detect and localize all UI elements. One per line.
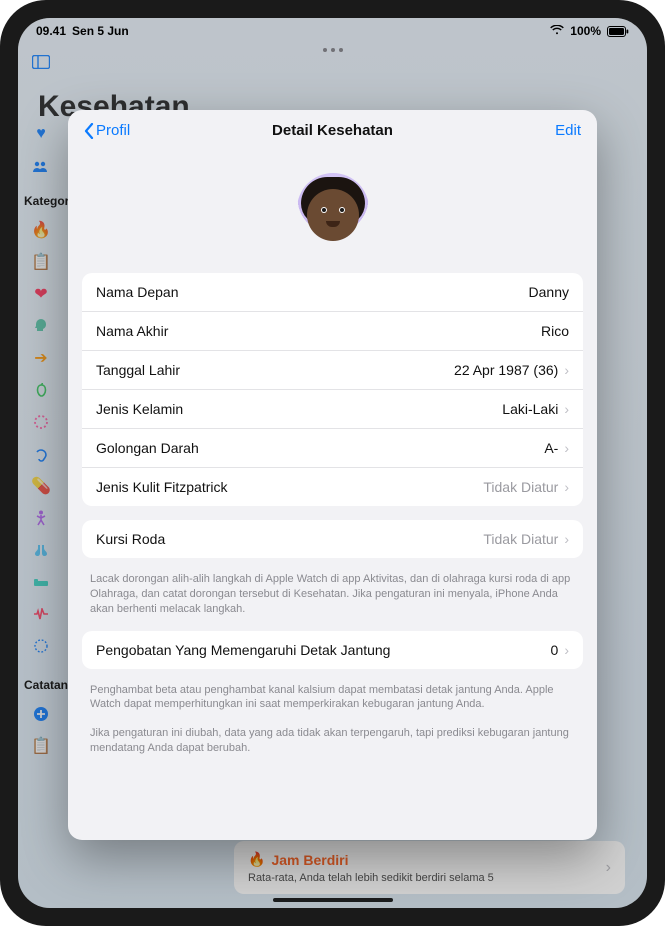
row-fitzpatrick[interactable]: Jenis Kulit Fitzpatrick Tidak Diatur › — [82, 468, 583, 506]
chevron-right-icon: › — [564, 479, 569, 495]
row-blood-type[interactable]: Golongan Darah A- › — [82, 429, 583, 468]
first-name-label: Nama Depan — [96, 284, 179, 300]
edit-button[interactable]: Edit — [555, 122, 581, 139]
dob-label: Tanggal Lahir — [96, 362, 180, 378]
row-meds[interactable]: Pengobatan Yang Memengaruhi Detak Jantun… — [82, 631, 583, 669]
wheelchair-label: Kursi Roda — [96, 531, 165, 547]
row-dob[interactable]: Tanggal Lahir 22 Apr 1987 (36) › — [82, 351, 583, 390]
blood-value: A- — [544, 440, 558, 456]
chevron-right-icon: › — [564, 642, 569, 658]
meds-footnote-1: Penghambat beta atau penghambat kanal ka… — [68, 683, 597, 727]
back-label: Profil — [96, 122, 130, 139]
chevron-right-icon: › — [564, 440, 569, 456]
blood-label: Golongan Darah — [96, 440, 199, 456]
fitz-value: Tidak Diatur — [483, 479, 558, 495]
row-sex[interactable]: Jenis Kelamin Laki-Laki › — [82, 390, 583, 429]
health-details-modal: Profil Detail Kesehatan Edit Nama Depan … — [68, 110, 597, 840]
wheelchair-value: Tidak Diatur — [483, 531, 558, 547]
modal-title: Detail Kesehatan — [68, 122, 597, 139]
meds-footnote-2: Jika pengaturan ini diubah, data yang ad… — [68, 726, 597, 770]
chevron-right-icon: › — [564, 531, 569, 547]
row-last-name: Nama Akhir Rico — [82, 312, 583, 351]
sex-label: Jenis Kelamin — [96, 401, 183, 417]
chevron-left-icon — [84, 123, 94, 139]
personal-group: Nama Depan Danny Nama Akhir Rico Tanggal… — [82, 273, 583, 506]
wheelchair-group: Kursi Roda Tidak Diatur › — [82, 520, 583, 558]
sex-value: Laki-Laki — [502, 401, 558, 417]
dob-value: 22 Apr 1987 (36) — [454, 362, 558, 378]
back-button[interactable]: Profil — [84, 122, 130, 139]
last-name-label: Nama Akhir — [96, 323, 168, 339]
fitz-label: Jenis Kulit Fitzpatrick — [96, 479, 227, 495]
home-indicator[interactable] — [273, 898, 393, 902]
row-first-name: Nama Depan Danny — [82, 273, 583, 312]
meds-group: Pengobatan Yang Memengaruhi Detak Jantun… — [82, 631, 583, 669]
profile-avatar[interactable] — [297, 173, 369, 245]
wheelchair-footnote: Lacak dorongan alih-alih langkah di Appl… — [68, 572, 597, 631]
last-name-value: Rico — [541, 323, 569, 339]
meds-value: 0 — [551, 642, 559, 658]
row-wheelchair[interactable]: Kursi Roda Tidak Diatur › — [82, 520, 583, 558]
chevron-right-icon: › — [564, 362, 569, 378]
meds-label: Pengobatan Yang Memengaruhi Detak Jantun… — [96, 642, 390, 658]
first-name-value: Danny — [529, 284, 569, 300]
chevron-right-icon: › — [564, 401, 569, 417]
